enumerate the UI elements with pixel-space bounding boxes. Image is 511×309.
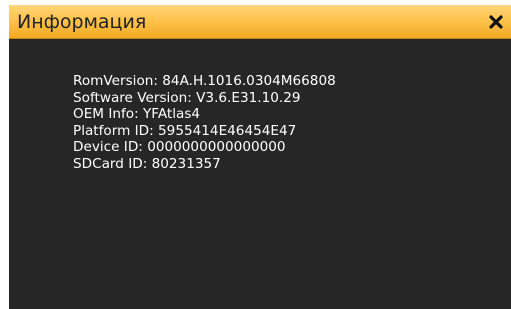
rom-version-text: RomVersion: 84A.H.1016.0304M66808 xyxy=(73,73,336,89)
software-version-text: Software Version: V3.6.E31.10.29 xyxy=(73,89,301,106)
info-dialog: Информация RomVersion: 84A.H.1016.0304M6… xyxy=(9,5,511,309)
device-info-list: RomVersion: 84A.H.1016.0304M66808 Softwa… xyxy=(73,73,336,173)
platform-id-text: Platform ID: 5955414E46454E47 xyxy=(73,122,297,139)
dialog-titlebar: Информация xyxy=(9,5,511,39)
device-id-text: Device ID: 0000000000000000 xyxy=(73,139,286,156)
sdcard-id-text: SDCard ID: 80231357 xyxy=(73,155,221,172)
close-button[interactable] xyxy=(481,5,511,39)
oem-info-text: OEM Info: YFAtlas4 xyxy=(73,106,201,123)
close-x-icon xyxy=(489,15,503,29)
dialog-title: Информация xyxy=(17,11,147,33)
